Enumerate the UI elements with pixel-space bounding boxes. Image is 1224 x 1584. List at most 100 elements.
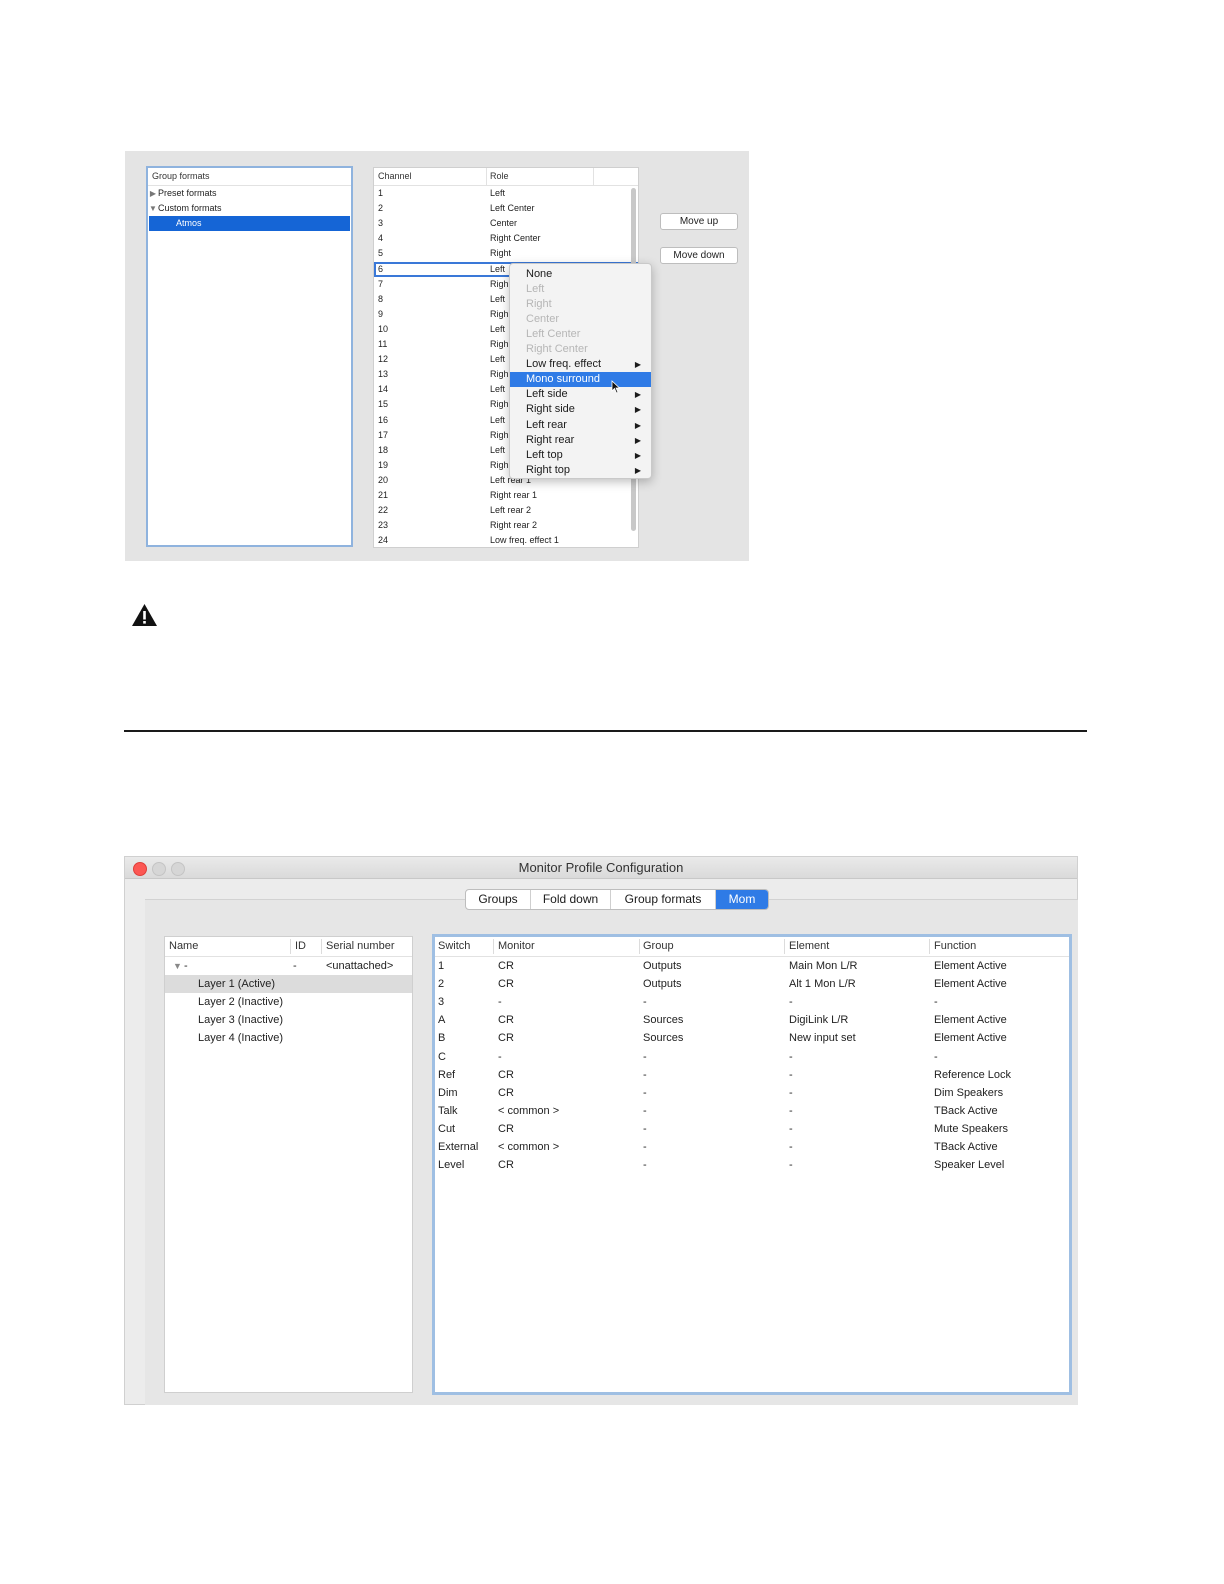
column-header-channel[interactable]: Channel [378, 168, 412, 185]
group-cell: - [643, 1068, 647, 1081]
channel-role: Low freq. effect 1 [490, 535, 559, 546]
channel-row[interactable]: 22 Left rear 2 [374, 503, 638, 518]
table-row[interactable]: Cut CR - - Mute Speakers [435, 1120, 1069, 1138]
table-row[interactable]: External < common > - - TBack Active [435, 1138, 1069, 1156]
channel-row[interactable]: 5 Right [374, 246, 638, 261]
table-header: Channel Role [374, 168, 638, 186]
tab-groups[interactable]: Groups [466, 890, 531, 909]
table-row[interactable]: C---- [435, 1048, 1069, 1066]
horizontal-rule [124, 730, 1087, 732]
disclosure-down-icon[interactable]: ▼ [148, 201, 158, 216]
switch-cell: 2 [438, 978, 445, 991]
column-header-role[interactable]: Role [490, 168, 509, 185]
move-down-button[interactable]: Move down [660, 247, 738, 264]
channel-number: 13 [378, 369, 389, 380]
channel-number: 24 [378, 535, 389, 546]
table-row[interactable]: A CR Sources DigiLink L/R Element Active [435, 1011, 1069, 1029]
table-row[interactable]: Ref CR - - Reference Lock [435, 1066, 1069, 1084]
element-cell: New input set [789, 1032, 856, 1045]
menu-item-mono-surround[interactable]: Mono surround [510, 372, 651, 388]
mouse-pointer-icon [611, 380, 621, 394]
menu-item-low-freq-effect[interactable]: Low freq. effect ▶ [510, 357, 651, 372]
layer-row[interactable]: Layer 1 (Active) [165, 975, 412, 993]
monitor-cell: CR [498, 1122, 514, 1135]
table-row[interactable]: 1 CR Outputs Main Mon L/R Element Active [435, 957, 1069, 975]
table-row[interactable]: Dim CR - - Dim Speakers [435, 1084, 1069, 1102]
channel-number: 2 [378, 203, 384, 214]
channel-role: Left [490, 384, 506, 395]
channel-row[interactable]: 4 Right Center [374, 231, 638, 246]
channel-role: Left [490, 188, 506, 198]
group-cell: - [643, 996, 647, 1009]
column-header-group[interactable]: Group [643, 937, 674, 956]
function-cell: Speaker Level [934, 1159, 1005, 1172]
column-header-element[interactable]: Element [789, 937, 829, 956]
menu-item-right-side[interactable]: Right side ▶ [510, 402, 651, 417]
submenu-arrow-icon: ▶ [634, 420, 641, 430]
channel-row[interactable]: 24 Low freq. effect 1 [374, 533, 638, 547]
table-row[interactable]: 2 CR Outputs Alt 1 Mon L/R Element Active [435, 975, 1069, 993]
monitor-profile-window: Monitor Profile Configuration Groups Fol… [124, 856, 1078, 1405]
channel-row[interactable]: 3 Center [374, 216, 638, 231]
channel-row[interactable]: 2 Left Center [374, 201, 638, 216]
channel-row[interactable]: 21 Right rear 1 [374, 488, 638, 503]
channel-role: Right [490, 248, 512, 259]
column-divider [321, 939, 322, 954]
switch-cell: A [438, 1014, 446, 1027]
channel-number: 1 [378, 188, 384, 198]
menu-item-left-center: Left Center [510, 327, 651, 342]
tree-item-preset-formats[interactable]: ▶ Preset formats [148, 186, 351, 201]
menu-item-label: Right rear [526, 433, 575, 446]
channel-role: Left [490, 414, 506, 425]
menu-item-label: Low freq. effect [526, 358, 602, 371]
layer-row[interactable]: Layer 2 (Inactive) [165, 993, 412, 1011]
channel-number: 21 [378, 490, 389, 500]
column-divider [784, 939, 785, 954]
element-cell: - [789, 1141, 793, 1153]
channel-role: Righ [490, 369, 509, 380]
column-header-switch[interactable]: Switch [438, 937, 470, 956]
column-header-function[interactable]: Function [934, 937, 976, 956]
element-cell: - [789, 1104, 793, 1117]
layer-label: Layer 2 (Inactive) [198, 996, 283, 1008]
tab-group-formats[interactable]: Group formats [611, 890, 716, 909]
menu-item-right-center: Right Center [510, 342, 651, 357]
group-cell: Outputs [643, 960, 682, 972]
disclosure-right-icon[interactable]: ▶ [148, 186, 158, 201]
tab-mom[interactable]: Mom [716, 890, 768, 909]
channel-role: Righ [490, 339, 509, 349]
channel-role: Left [490, 354, 506, 365]
menu-item-left-rear[interactable]: Left rear ▶ [510, 418, 651, 433]
layer-row[interactable]: Layer 3 (Inactive) [165, 1011, 412, 1029]
menu-item-left-top[interactable]: Left top ▶ [510, 448, 651, 463]
channel-row[interactable]: 23 Right rear 2 [374, 518, 638, 533]
column-header-id[interactable]: ID [295, 937, 306, 956]
tree-item-atmos[interactable]: Atmos [149, 216, 350, 231]
table-row[interactable]: Level CR - - Speaker Level [435, 1156, 1069, 1174]
menu-item-label: Left side [526, 388, 568, 401]
table-row[interactable]: 3 - - - - [435, 993, 1069, 1011]
device-row[interactable]: ▼ - - <unattached> [165, 957, 412, 975]
column-divider [929, 939, 930, 954]
menu-item-left-side[interactable]: Left side ▶ [510, 387, 651, 402]
tab-fold-down[interactable]: Fold down [531, 890, 611, 909]
table-row[interactable]: Talk < common > - - TBack Active [435, 1102, 1069, 1120]
menu-item-none[interactable]: None [510, 267, 651, 282]
column-divider [486, 168, 487, 185]
tab-bar: Groups Fold down Group formats Mom [465, 889, 769, 910]
channel-number: 17 [378, 429, 389, 440]
channel-row[interactable]: 1 Left [374, 186, 638, 201]
disclosure-down-icon[interactable]: ▼ [173, 957, 182, 975]
column-header-monitor[interactable]: Monitor [498, 937, 535, 956]
element-cell: - [789, 1050, 793, 1063]
submenu-arrow-icon: ▶ [634, 390, 641, 400]
column-header-serial-number[interactable]: Serial number [326, 937, 394, 956]
channel-role: Left Center [490, 203, 535, 214]
menu-item-right-top[interactable]: Right top ▶ [510, 463, 651, 478]
column-header-name[interactable]: Name [169, 937, 198, 956]
move-up-button[interactable]: Move up [660, 213, 738, 230]
layer-row[interactable]: Layer 4 (Inactive) [165, 1029, 412, 1047]
table-row[interactable]: B CR Sources New input set Element Active [435, 1029, 1069, 1047]
menu-item-right-rear[interactable]: Right rear ▶ [510, 433, 651, 448]
tree-item-custom-formats[interactable]: ▼Custom formats [148, 201, 351, 216]
